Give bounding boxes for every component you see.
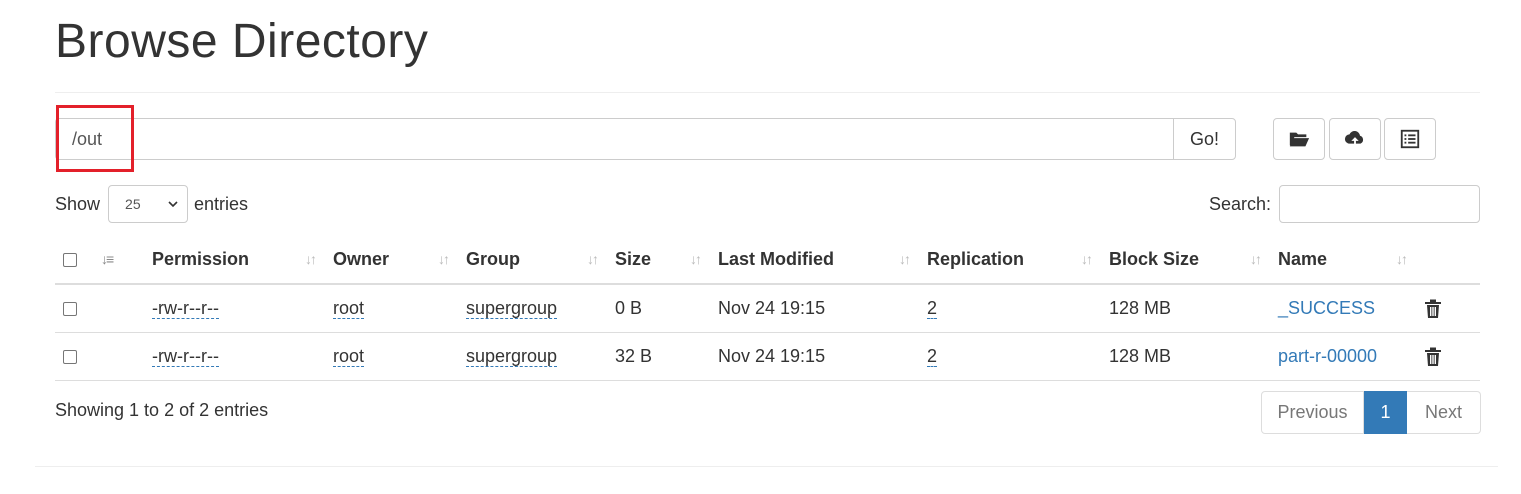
size-value: 0 B	[607, 284, 710, 333]
sort-icon: ↓↑	[438, 251, 450, 267]
modified-value: Nov 24 19:15	[710, 332, 919, 381]
path-input[interactable]	[55, 118, 1173, 160]
delete-button[interactable]	[1416, 332, 1480, 381]
owner-value[interactable]: root	[333, 297, 365, 319]
page-1-button[interactable]: 1	[1364, 391, 1407, 434]
path-bar: Go!	[55, 118, 1236, 160]
create-directory-button[interactable]	[1273, 118, 1325, 160]
go-button[interactable]: Go!	[1173, 118, 1236, 160]
sort-column-header[interactable]: ↓≡	[99, 236, 144, 285]
replication-link[interactable]: 2	[927, 297, 938, 319]
upload-file-button[interactable]	[1329, 118, 1381, 160]
cloud-upload-icon	[1344, 131, 1364, 147]
sort-icon: ↓↑	[305, 251, 317, 267]
sort-icon: ↓↑	[690, 251, 702, 267]
file-name-link[interactable]: _SUCCESS	[1278, 298, 1375, 318]
trash-icon	[1425, 347, 1441, 366]
table-row: -rw-r--r-- root supergroup 32 B Nov 24 1…	[55, 332, 1480, 381]
row-checkbox[interactable]	[63, 302, 77, 316]
next-button[interactable]: Next	[1407, 391, 1481, 434]
column-replication[interactable]: Replication ↓↑	[919, 236, 1101, 285]
entries-select-value: 25	[125, 196, 141, 212]
column-owner[interactable]: Owner ↓↑	[325, 236, 458, 285]
column-group[interactable]: Group ↓↑	[458, 236, 607, 285]
sort-asc-icon: ↓≡	[101, 251, 114, 267]
entries-select[interactable]: 25	[108, 185, 189, 223]
list-alt-icon	[1400, 129, 1420, 149]
permission-link[interactable]: -rw-r--r--	[152, 297, 219, 319]
page-title: Browse Directory	[55, 15, 429, 68]
column-block-size[interactable]: Block Size ↓↑	[1101, 236, 1270, 285]
entries-label: entries	[194, 193, 249, 214]
permission-link[interactable]: -rw-r--r--	[152, 345, 219, 367]
sort-icon: ↓↑	[1396, 251, 1408, 267]
search-box: Search:	[1209, 185, 1480, 223]
size-value: 32 B	[607, 332, 710, 381]
column-last-modified[interactable]: Last Modified ↓↑	[710, 236, 919, 285]
pagination: Previous 1 Next	[1261, 391, 1481, 434]
file-table: ↓≡ Permission ↓↑ Owner ↓↑ Group ↓↑ Size ↓↑ L…	[55, 236, 1480, 381]
file-name-link[interactable]: part-r-00000	[1278, 346, 1377, 366]
owner-value[interactable]: root	[333, 345, 365, 367]
sort-icon: ↓↑	[1081, 251, 1093, 267]
column-size[interactable]: Size ↓↑	[607, 236, 710, 285]
cut-paste-button[interactable]	[1384, 118, 1436, 160]
table-row: -rw-r--r-- root supergroup 0 B Nov 24 19…	[55, 284, 1480, 333]
block-size-value: 128 MB	[1101, 284, 1270, 333]
chevron-down-icon	[168, 201, 178, 208]
folder-open-icon	[1289, 132, 1310, 147]
sort-icon: ↓↑	[1250, 251, 1262, 267]
table-header-row: ↓≡ Permission ↓↑ Owner ↓↑ Group ↓↑ Size ↓↑ L…	[55, 236, 1480, 285]
select-all-checkbox[interactable]	[63, 253, 77, 268]
length-menu: Show 25 entries	[55, 185, 248, 223]
group-value[interactable]: supergroup	[466, 345, 558, 367]
block-size-value: 128 MB	[1101, 332, 1270, 381]
column-actions	[1416, 236, 1480, 285]
divider	[55, 92, 1480, 93]
trash-icon	[1425, 299, 1441, 318]
select-all-header	[55, 236, 99, 285]
column-name[interactable]: Name ↓↑	[1270, 236, 1416, 285]
delete-button[interactable]	[1416, 284, 1480, 333]
replication-link[interactable]: 2	[927, 345, 938, 367]
divider	[35, 466, 1498, 467]
previous-button[interactable]: Previous	[1261, 391, 1364, 434]
row-checkbox[interactable]	[63, 349, 77, 364]
sort-icon: ↓↑	[587, 251, 599, 267]
group-value[interactable]: supergroup	[466, 297, 558, 319]
column-permission[interactable]: Permission ↓↑	[144, 236, 325, 285]
show-label: Show	[55, 193, 101, 214]
search-input[interactable]	[1279, 185, 1480, 223]
sort-icon: ↓↑	[899, 251, 911, 267]
modified-value: Nov 24 19:15	[710, 284, 919, 333]
table-info: Showing 1 to 2 of 2 entries	[55, 400, 269, 420]
search-label: Search:	[1208, 193, 1271, 214]
